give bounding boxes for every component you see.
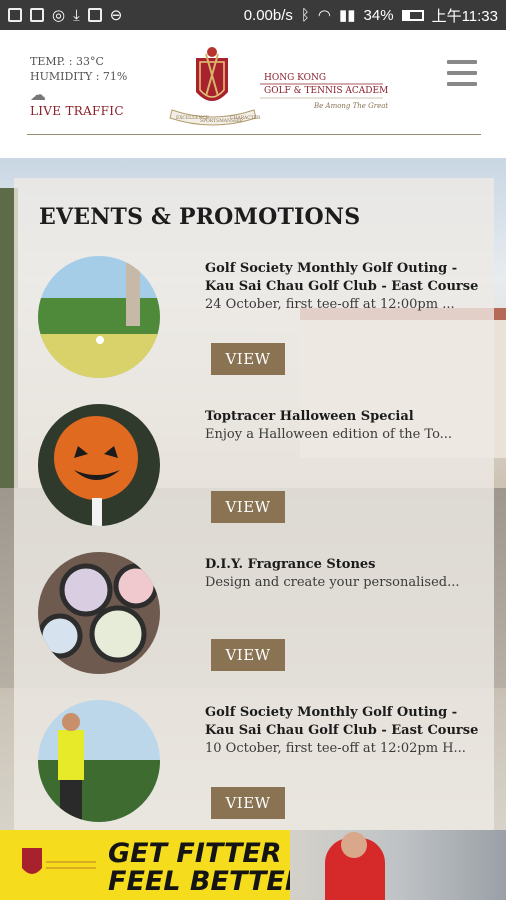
banner-line1: GET FITTER: [108, 838, 282, 869]
wifi-icon: ◠: [317, 7, 332, 24]
event-description: Design and create your personalised...: [205, 575, 460, 590]
event-item: Golf Society Monthly Golf Outing - Kau S…: [14, 256, 494, 396]
menu-icon[interactable]: [447, 60, 477, 86]
event-title[interactable]: D.I.Y. Fragrance Stones: [205, 556, 485, 574]
clubhouse-background-image: EVENTS & PROMOTIONS Golf Society Monthly…: [0, 158, 506, 830]
event-item: Toptracer Halloween Special Enjoy a Hall…: [14, 404, 494, 544]
clock: 上午11:33: [431, 7, 498, 25]
status-bar: ◎ ⤓ ⊖ 0.00b/s ᛒ ◠ ▮▮ 34% 上午11:33: [0, 0, 506, 30]
bluetooth-icon: ᛒ: [300, 6, 310, 24]
event-description: 10 October, first tee-off at 12:02pm H..…: [205, 741, 466, 756]
view-button[interactable]: VIEW: [211, 787, 285, 819]
academy-logo-small: [22, 848, 96, 874]
golf-putt-photo[interactable]: [38, 256, 160, 378]
logo-line2: GOLF & TENNIS ACADEMY: [264, 86, 388, 96]
signal-icon: ▮▮: [339, 7, 356, 24]
battery-icon: [401, 9, 424, 21]
image-icon: [87, 8, 102, 22]
event-item: D.I.Y. Fragrance Stones Design and creat…: [14, 552, 494, 692]
golfer-swing-photo[interactable]: [38, 700, 160, 822]
network-speed: 0.00b/s: [243, 6, 293, 24]
whatsapp-icon: ◎: [52, 7, 66, 24]
header-divider: [27, 134, 481, 135]
message-icon: [30, 8, 44, 22]
logo-tagline: Be Among The Greats: [313, 102, 388, 110]
app-header: TEMP. : 33°C HUMIDITY : 71% ☁ LIVE TRAFF…: [0, 30, 506, 158]
fitness-banner-ad[interactable]: GET FITTER FEEL BETTER: [0, 830, 506, 900]
live-traffic-link[interactable]: LIVE TRAFFIC: [30, 104, 127, 119]
gym-trainer-photo: [290, 830, 506, 900]
view-button[interactable]: VIEW: [211, 343, 285, 375]
temperature: TEMP. : 33°C: [30, 55, 104, 68]
academy-logo[interactable]: HONG KONG GOLF & TENNIS ACADEMY Be Among…: [168, 40, 388, 135]
event-title[interactable]: Toptracer Halloween Special: [205, 408, 485, 426]
blocked-icon: ⊖: [109, 7, 123, 24]
humidity: HUMIDITY : 71%: [30, 70, 128, 83]
banner-headline: GET FITTER FEEL BETTER: [108, 840, 306, 896]
view-button[interactable]: VIEW: [211, 491, 285, 523]
halloween-golf-ball-photo[interactable]: [38, 404, 160, 526]
event-title[interactable]: Golf Society Monthly Golf Outing - Kau S…: [205, 260, 485, 296]
event-description: 24 October, first tee-off at 12:00pm ...: [205, 297, 455, 312]
section-title: EVENTS & PROMOTIONS: [39, 204, 361, 230]
logo-ribbon-right: CHARACTER: [230, 115, 261, 121]
weather-widget: TEMP. : 33°C HUMIDITY : 71% ☁ LIVE TRAFF…: [30, 54, 127, 119]
battery-percent: 34%: [363, 6, 394, 24]
partly-cloudy-icon: ☁: [30, 85, 46, 104]
logo-line1: HONG KONG: [264, 73, 326, 83]
view-button[interactable]: VIEW: [211, 639, 285, 671]
download-icon: ⤓: [73, 6, 80, 24]
events-panel: EVENTS & PROMOTIONS Golf Society Monthly…: [14, 178, 494, 830]
notification-icon: [8, 8, 22, 22]
event-item: Golf Society Monthly Golf Outing - Kau S…: [14, 700, 494, 830]
event-title[interactable]: Golf Society Monthly Golf Outing - Kau S…: [205, 704, 485, 740]
event-description: Enjoy a Halloween edition of the To...: [205, 427, 453, 442]
fragrance-stones-photo[interactable]: [38, 552, 160, 674]
banner-line2: FEEL BETTER: [108, 866, 306, 897]
